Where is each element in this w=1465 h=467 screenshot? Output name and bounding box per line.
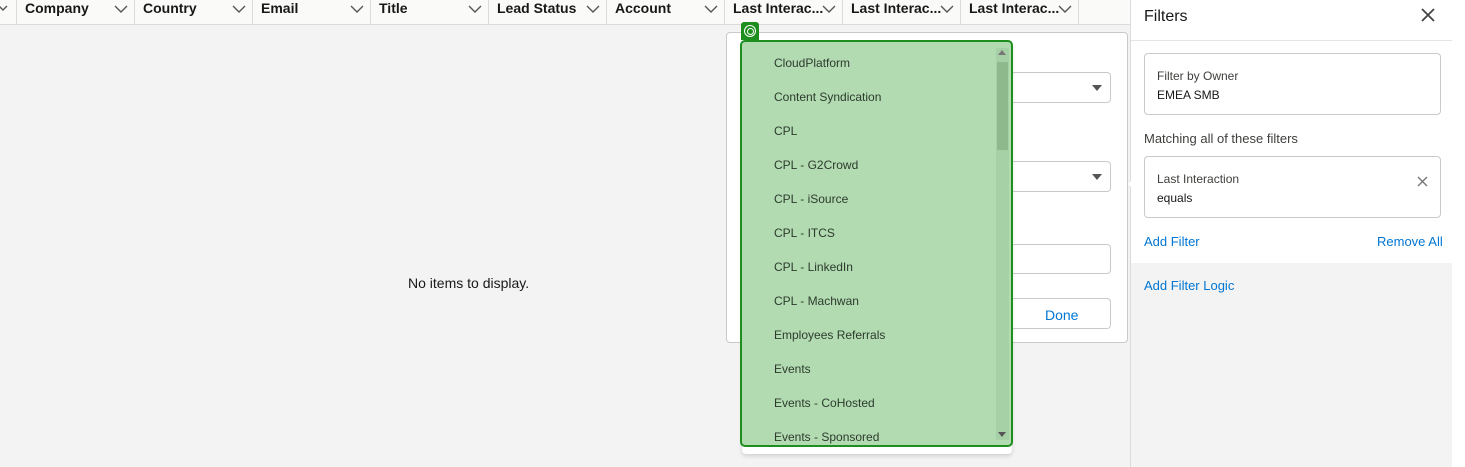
list-item[interactable]: CPL - LinkedIn — [774, 260, 853, 274]
add-filter-link[interactable]: Add Filter — [1144, 234, 1200, 249]
column-label: Company — [25, 0, 89, 16]
panel-title: Filters — [1144, 8, 1188, 25]
list-item[interactable]: CPL - ITCS — [774, 226, 835, 240]
column-header-last-interaction-3[interactable]: Last Interac... — [961, 0, 1079, 25]
chevron-down-icon[interactable] — [1058, 3, 1072, 15]
chevron-down-icon[interactable] — [232, 3, 246, 15]
list-item[interactable]: Content Syndication — [774, 90, 881, 104]
chevron-down-icon[interactable] — [0, 3, 12, 15]
column-header-email[interactable]: Email — [253, 0, 371, 25]
table-header: Company Country Email Title Lead Status … — [0, 0, 1130, 25]
caret-down-icon — [1092, 85, 1102, 91]
scroll-down-arrow-icon[interactable] — [998, 432, 1006, 437]
remove-all-link[interactable]: Remove All — [1377, 234, 1443, 249]
window-edge — [1452, 0, 1465, 467]
column-header-company[interactable]: Company — [17, 0, 135, 25]
owner-filter-label: Filter by Owner — [1157, 69, 1239, 83]
filter-by-owner[interactable]: Filter by Owner EMEA SMB — [1144, 53, 1441, 115]
done-button-label: Done — [1045, 307, 1079, 323]
chevron-down-icon[interactable] — [704, 3, 718, 15]
criterion-operator: equals — [1157, 191, 1193, 205]
list-item[interactable]: Events - CoHosted — [774, 396, 875, 410]
list-item[interactable]: CPL - G2Crowd — [774, 158, 858, 172]
popover-notch — [1128, 172, 1140, 196]
field-select[interactable] — [1012, 72, 1111, 103]
caret-down-icon — [1092, 174, 1102, 180]
chevron-down-icon[interactable] — [114, 3, 128, 15]
remove-filter-icon[interactable] — [1417, 175, 1428, 187]
column-label: Account — [615, 0, 671, 16]
column-label: Email — [261, 0, 299, 16]
filter-criterion[interactable]: Last Interaction equals — [1144, 156, 1441, 218]
value-options-list[interactable]: CloudPlatform Content Syndication CPL CP… — [740, 40, 1013, 447]
list-item[interactable]: Employees Referrals — [774, 328, 885, 342]
filters-panel-body: Filters Filter by Owner EMEA SMB Matchin… — [1131, 0, 1453, 263]
column-label: Lead Status — [497, 0, 577, 16]
list-item[interactable]: Events — [774, 362, 811, 376]
column-header-country[interactable]: Country — [135, 0, 253, 25]
column-label: Title — [379, 0, 408, 16]
column-header-account[interactable]: Account — [607, 0, 725, 25]
list-item[interactable]: Events - Sponsored — [774, 430, 879, 444]
matching-label: Matching all of these filters — [1144, 131, 1298, 146]
list-item[interactable]: CPL — [774, 124, 797, 138]
chevron-down-icon[interactable] — [350, 3, 364, 15]
list-item[interactable]: CPL - Machwan — [774, 294, 859, 308]
filters-panel: Filters Filter by Owner EMEA SMB Matchin… — [1130, 0, 1453, 467]
column-label: Country — [143, 0, 197, 16]
list-item[interactable]: CPL - iSource — [774, 192, 848, 206]
criterion-field: Last Interaction — [1157, 172, 1240, 186]
target-icon — [741, 22, 759, 40]
close-icon[interactable] — [1421, 8, 1435, 22]
divider — [1131, 40, 1453, 41]
add-filter-logic-link[interactable]: Add Filter Logic — [1144, 278, 1234, 293]
chevron-down-icon[interactable] — [468, 3, 482, 15]
scroll-up-arrow-icon[interactable] — [998, 50, 1006, 55]
list-item[interactable]: CloudPlatform — [774, 56, 850, 70]
chevron-down-icon[interactable] — [940, 3, 954, 15]
column-label: Last Interac... — [851, 0, 942, 16]
column-label: Last Interac... — [733, 0, 824, 16]
owner-filter-value: EMEA SMB — [1157, 88, 1220, 102]
chevron-down-icon[interactable] — [822, 3, 836, 15]
chevron-down-icon[interactable] — [586, 3, 600, 15]
done-button[interactable]: Done — [1012, 298, 1111, 329]
column-header-lead-status[interactable]: Lead Status — [489, 0, 607, 25]
scrollbar-thumb[interactable] — [997, 62, 1008, 150]
column-header-last-interaction-2[interactable]: Last Interac... — [843, 0, 961, 25]
value-input[interactable] — [1012, 244, 1111, 274]
column-header-title[interactable]: Title — [371, 0, 489, 25]
operator-select[interactable] — [1012, 161, 1111, 192]
column-header-select[interactable] — [0, 0, 17, 25]
column-label: Last Interac... — [969, 0, 1060, 16]
empty-state-message: No items to display. — [408, 275, 530, 291]
